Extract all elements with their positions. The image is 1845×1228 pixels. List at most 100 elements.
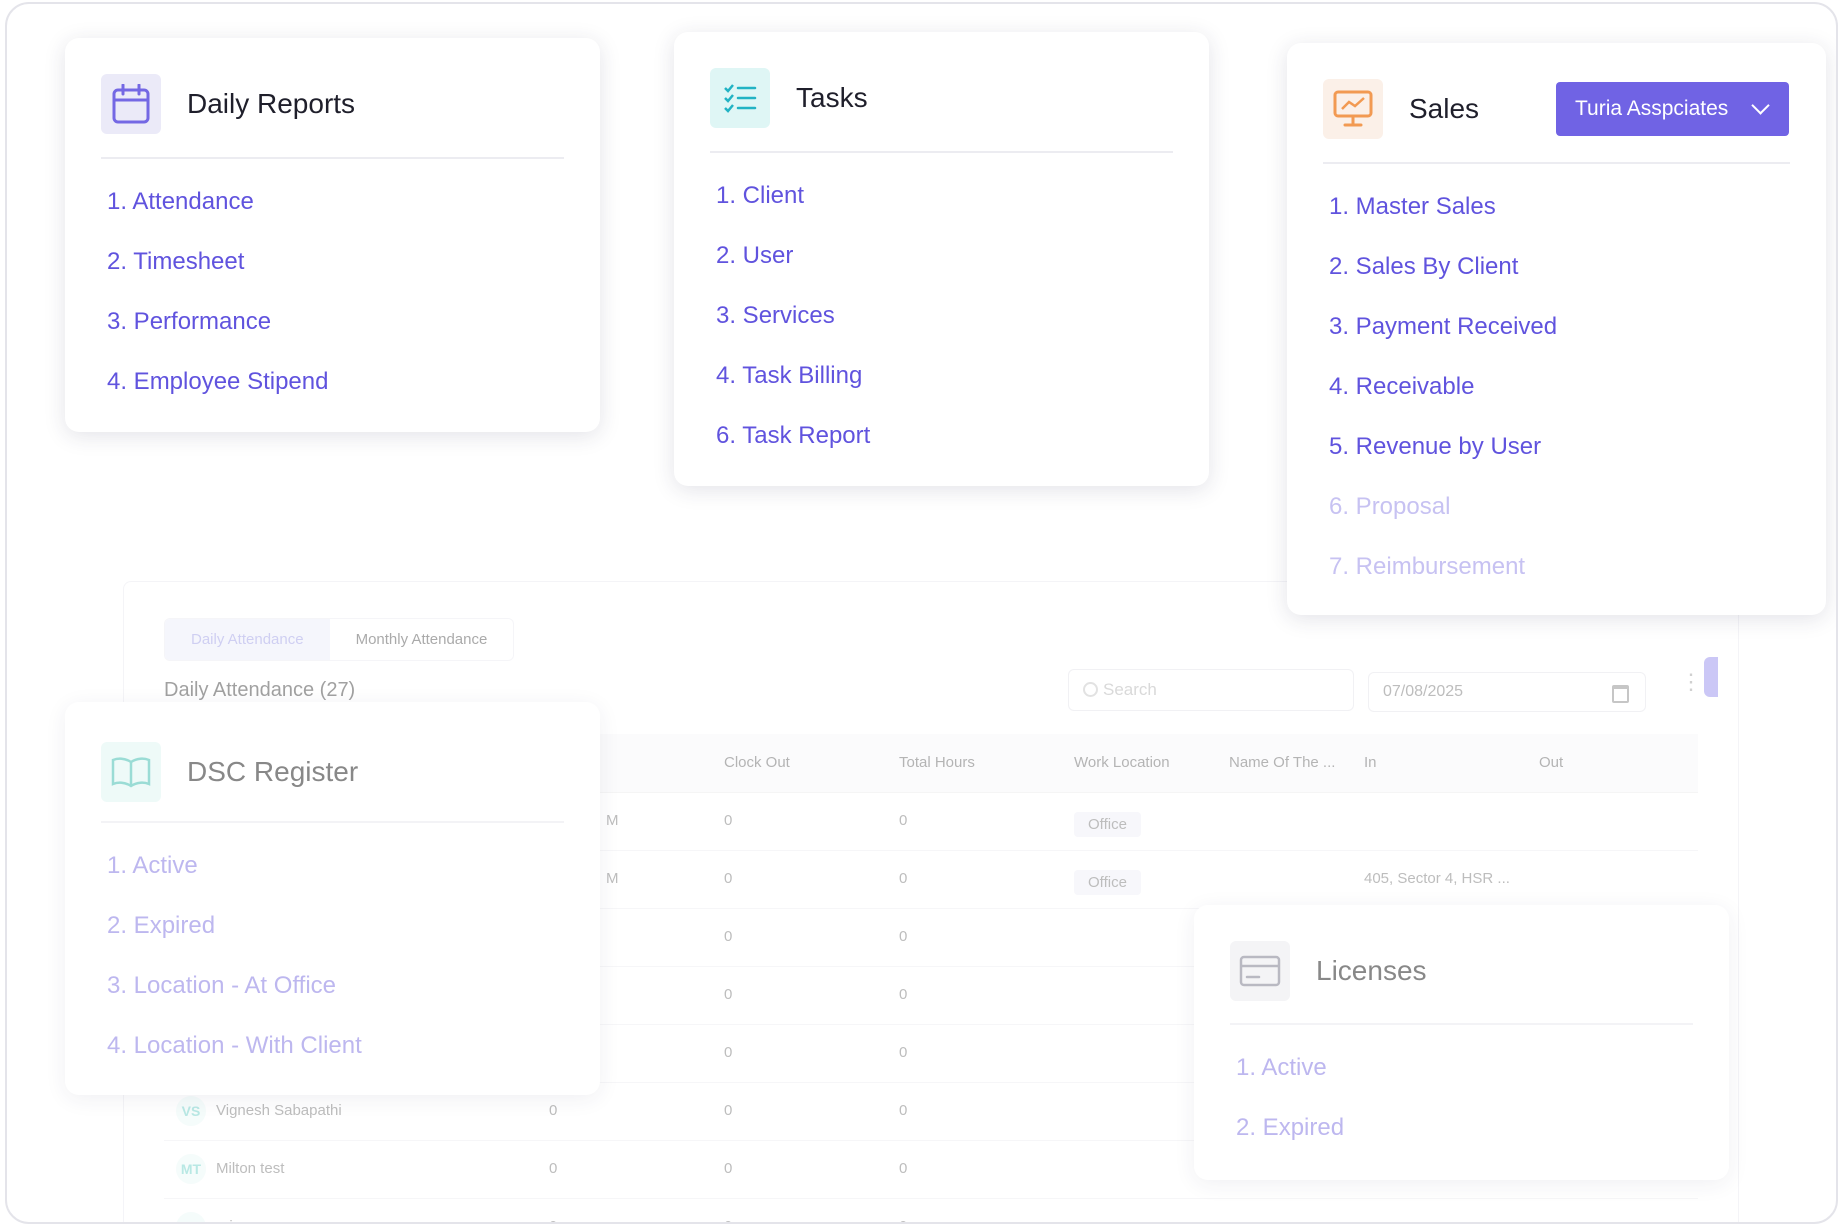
table-row[interactable]: RA raj 0 0 0 xyxy=(164,1198,1698,1222)
list-item[interactable]: 2. Expired xyxy=(1236,1098,1344,1158)
licenses-list: 1. Active 2. Expired xyxy=(1236,1038,1344,1158)
sales-card: Sales Turia Asspciates 1. Master Sales 2… xyxy=(1287,43,1826,615)
cell-clock-in: M xyxy=(606,812,619,829)
company-dropdown[interactable]: Turia Asspciates xyxy=(1556,82,1789,136)
divider xyxy=(101,157,564,159)
location-badge: Office xyxy=(1074,812,1141,837)
divider xyxy=(1230,1023,1693,1025)
tasks-card: Tasks 1. Client 2. User 3. Services 4. T… xyxy=(674,32,1209,486)
app-frame: Daily Attendance Monthly Attendance Dail… xyxy=(5,2,1838,1224)
list-item[interactable]: 1. Master Sales xyxy=(1329,177,1557,237)
card-header: Licenses xyxy=(1230,941,1427,1001)
cell-clock-in: 0 xyxy=(549,1218,557,1222)
attendance-title: Daily Attendance (27) xyxy=(164,679,356,701)
col-in: In xyxy=(1364,754,1377,771)
list-item[interactable]: 3. Location - At Office xyxy=(107,956,362,1016)
list-item[interactable]: 2. User xyxy=(716,226,870,286)
cell-total-hours: 0 xyxy=(899,1218,907,1222)
card-header: Sales xyxy=(1323,79,1479,139)
cell-clock-out: 0 xyxy=(724,870,733,887)
attendance-tabs: Daily Attendance Monthly Attendance xyxy=(164,618,515,661)
calendar-icon xyxy=(1612,685,1629,703)
col-name-of-the: Name Of The ... xyxy=(1229,754,1336,771)
list-item[interactable]: 2. Expired xyxy=(107,896,362,956)
search-icon xyxy=(1083,682,1098,697)
cell-clock-out: 0 xyxy=(724,1044,733,1061)
divider xyxy=(101,821,564,823)
cell-clock-out: 0 xyxy=(724,1160,733,1177)
dsc-register-card: DSC Register 1. Active 2. Expired 3. Loc… xyxy=(65,702,600,1095)
card-header: Tasks xyxy=(710,68,868,128)
chevron-down-icon xyxy=(1751,96,1770,115)
avatar: RA xyxy=(176,1212,206,1222)
col-clock-out: Clock Out xyxy=(724,754,790,771)
more-options-icon[interactable]: ⋮ xyxy=(1680,671,1702,693)
cell-total-hours: 0 xyxy=(899,1044,908,1061)
search-placeholder: Search xyxy=(1103,680,1157,699)
search-input[interactable]: Search xyxy=(1068,669,1354,711)
col-work-location: Work Location xyxy=(1074,754,1170,771)
card-title: Daily Reports xyxy=(187,88,356,119)
list-item[interactable]: 4. Employee Stipend xyxy=(107,352,328,412)
cell-total-hours: 0 xyxy=(899,928,908,945)
divider xyxy=(710,151,1173,153)
list-item[interactable]: 6. Task Report xyxy=(716,406,870,466)
cell-clock-in: M xyxy=(606,870,619,887)
divider xyxy=(1323,162,1790,164)
tab-daily-attendance[interactable]: Daily Attendance xyxy=(165,619,330,660)
date-value: 07/08/2025 xyxy=(1383,683,1464,700)
cell-total-hours: 0 xyxy=(899,870,908,887)
book-icon xyxy=(101,742,161,802)
cell-total-hours: 0 xyxy=(899,812,908,829)
list-item[interactable]: 2. Sales By Client xyxy=(1329,237,1557,297)
list-item[interactable]: 6. Proposal xyxy=(1329,477,1557,537)
cell-clock-out: 0 xyxy=(724,928,733,945)
dropdown-value: Turia Asspciates xyxy=(1575,97,1729,120)
daily-reports-card: Daily Reports 1. Attendance 2. Timesheet… xyxy=(65,38,600,432)
cell-clock-in: 0 xyxy=(549,1102,558,1119)
cell-in: 405, Sector 4, HSR ... xyxy=(1364,870,1510,887)
list-item[interactable]: 1. Active xyxy=(1236,1038,1344,1098)
task-list: 1. Client 2. User 3. Services 4. Task Bi… xyxy=(716,166,870,466)
cell-total-hours: 0 xyxy=(899,1102,908,1119)
list-item[interactable]: 4. Location - With Client xyxy=(107,1016,362,1076)
presentation-chart-icon xyxy=(1323,79,1383,139)
cell-clock-out: 0 xyxy=(724,1102,733,1119)
card-header: Daily Reports xyxy=(101,74,355,134)
cell-name: raj xyxy=(216,1218,233,1222)
list-item[interactable]: 1. Client xyxy=(716,166,870,226)
credit-card-icon xyxy=(1230,941,1290,1001)
list-item[interactable]: 2. Timesheet xyxy=(107,232,328,292)
card-title: Sales xyxy=(1409,93,1480,124)
report-list: 1. Attendance 2. Timesheet 3. Performanc… xyxy=(107,172,328,412)
list-item[interactable]: 3. Performance xyxy=(107,292,328,352)
list-item[interactable]: 4. Receivable xyxy=(1329,357,1557,417)
card-header: DSC Register xyxy=(101,742,358,802)
cell-clock-in: 0 xyxy=(549,1160,558,1177)
calendar-icon xyxy=(101,74,161,134)
list-item[interactable]: 1. Attendance xyxy=(107,172,328,232)
list-item[interactable]: 5. Revenue by User xyxy=(1329,417,1557,477)
tab-monthly-attendance[interactable]: Monthly Attendance xyxy=(329,619,514,660)
avatar: VS xyxy=(176,1096,206,1126)
location-badge: Office xyxy=(1074,870,1141,895)
cell-clock-out: 0 xyxy=(724,812,733,829)
sales-list: 1. Master Sales 2. Sales By Client 3. Pa… xyxy=(1329,177,1557,597)
col-out: Out xyxy=(1539,754,1564,771)
checklist-icon xyxy=(710,68,770,128)
list-item[interactable]: 7. Reimbursement xyxy=(1329,537,1557,597)
cell-total-hours: 0 xyxy=(899,986,908,1003)
list-item[interactable]: 1. Active xyxy=(107,836,362,896)
licenses-card: Licenses 1. Active 2. Expired xyxy=(1194,905,1729,1180)
col-total-hours: Total Hours xyxy=(899,754,975,771)
cell-clock-out: 0 xyxy=(724,1218,732,1222)
cell-name: Milton test xyxy=(216,1160,285,1177)
dsc-list: 1. Active 2. Expired 3. Location - At Of… xyxy=(107,836,362,1076)
side-tab-handle[interactable] xyxy=(1704,657,1718,697)
avatar: MT xyxy=(176,1154,206,1184)
card-title: Licenses xyxy=(1316,955,1427,986)
date-picker[interactable]: 07/08/2025 xyxy=(1368,672,1646,712)
list-item[interactable]: 3. Services xyxy=(716,286,870,346)
list-item[interactable]: 3. Payment Received xyxy=(1329,297,1557,357)
list-item[interactable]: 4. Task Billing xyxy=(716,346,870,406)
